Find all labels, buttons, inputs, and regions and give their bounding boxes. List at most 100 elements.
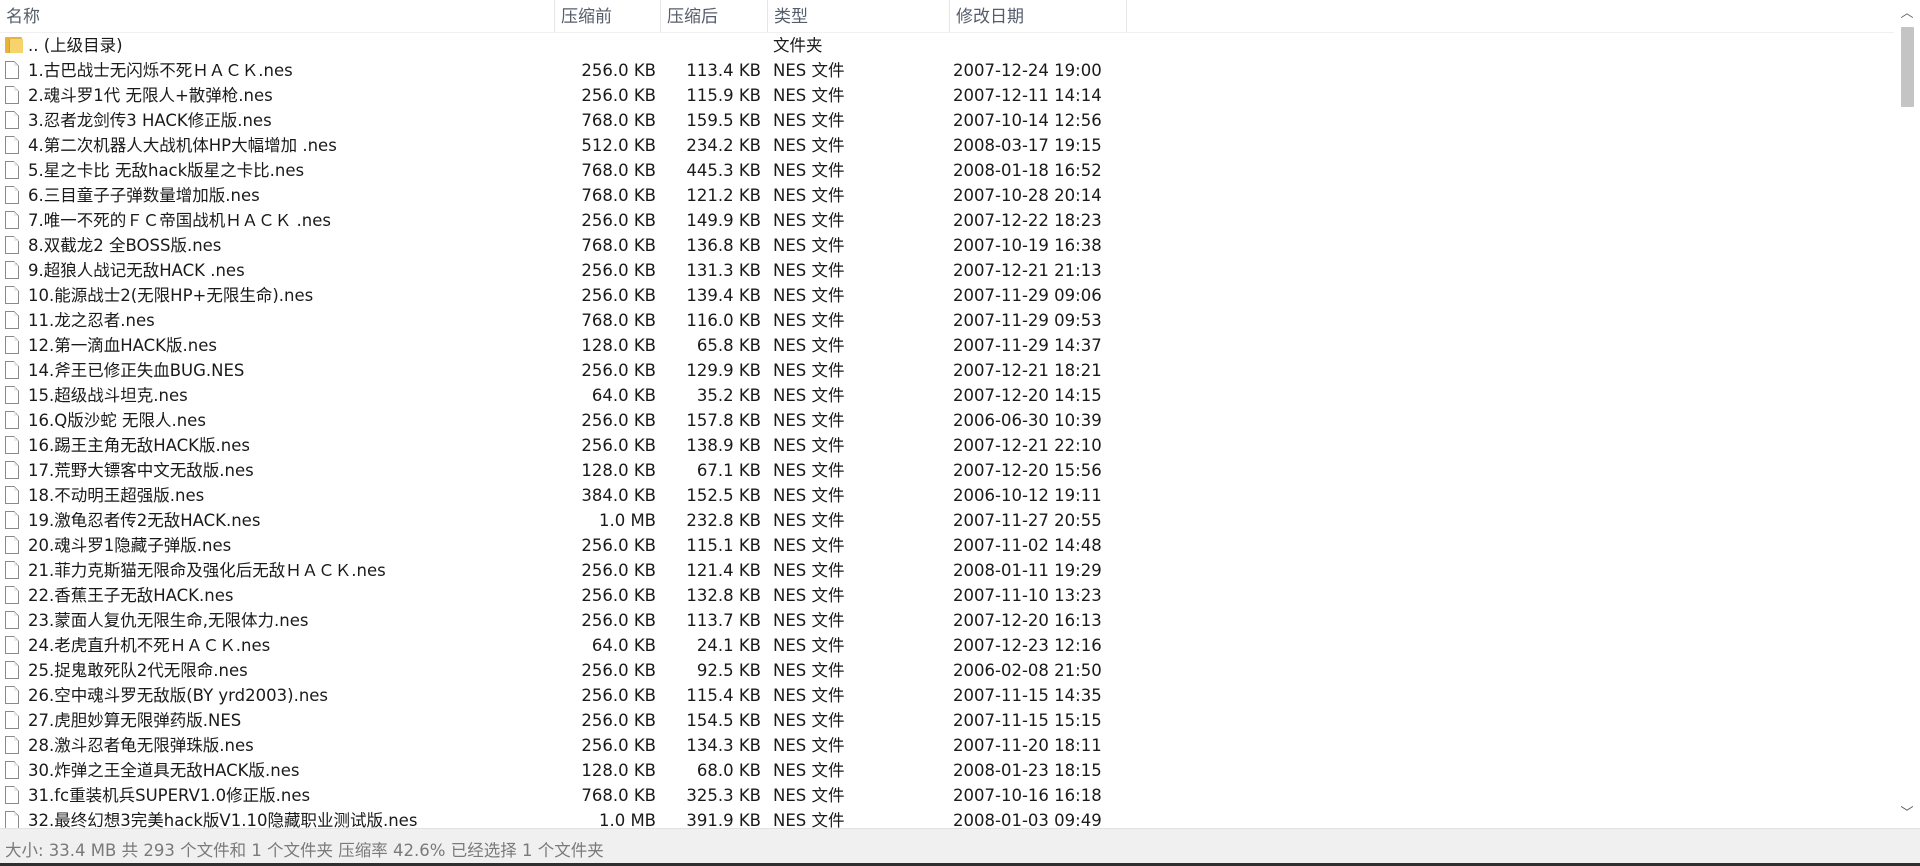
column-header-type[interactable]: 类型 [768,0,950,32]
file-row[interactable]: 31.fc重装机兵SUPERV1.0修正版.nes 768.0 KB 325.3 K… [0,783,1892,808]
file-row[interactable]: 16.踢王主角无敌HACK版.nes 256.0 KB 138.9 KB NES 文件… [0,433,1892,458]
column-header-modified[interactable]: 修改日期 [950,0,1127,32]
scrollbar-thumb[interactable] [1901,27,1914,107]
vertical-scrollbar[interactable]: ︿ ﹀ [1894,0,1920,828]
row-icon-cell [5,308,23,333]
size-after: 159.5 KB [686,111,761,130]
file-row[interactable]: 14.斧王已修正失血BUG.NES 256.0 KB 129.9 KB NES 文件 2… [0,358,1892,383]
file-type: NES 文件 [773,736,845,755]
file-row[interactable]: 15.超级战斗坦克.nes 64.0 KB 35.2 KB NES 文件 2007-12… [0,383,1892,408]
folder-icon [5,37,23,53]
file-row[interactable]: 24.老虎直升机不死ＨＡＣＫ.nes 64.0 KB 24.1 KB NES 文件 20… [0,633,1892,658]
modified-date: 2007-12-20 14:15 [953,386,1102,405]
file-row[interactable]: 16.Q版沙蛇 无限人.nes 256.0 KB 157.8 KB NES 文件 200… [0,408,1892,433]
parent-directory-row[interactable]: .. (上级目录) 文件夹 [0,33,1892,58]
column-header-size-after[interactable]: 压缩后 [661,0,768,32]
row-icon-cell [5,183,23,208]
file-row[interactable]: 5.星之卡比 无敌hack版星之卡比.nes 768.0 KB 445.3 KB NE… [0,158,1892,183]
file-row[interactable]: 12.第一滴血HACK版.nes 128.0 KB 65.8 KB NES 文件 200… [0,333,1892,358]
file-row[interactable]: 2.魂斗罗1代 无限人+散弹枪.nes 256.0 KB 115.9 KB NES 文… [0,83,1892,108]
file-type: NES 文件 [773,686,845,705]
file-row[interactable]: 3.忍者龙剑传3 HACK修正版.nes 768.0 KB 159.5 KB NES … [0,108,1892,133]
file-row[interactable]: 9.超狼人战记无敌HACK .nes 256.0 KB 131.3 KB NES 文件… [0,258,1892,283]
size-after: 68.0 KB [696,761,761,780]
row-icon-cell [5,733,23,758]
file-row[interactable]: 19.激龟忍者传2无敌HACK.nes 1.0 MB 232.8 KB NES 文件 2… [0,508,1892,533]
file-row[interactable]: 25.捉鬼敢死队2代无限命.nes 256.0 KB 92.5 KB NES 文件 20… [0,658,1892,683]
file-type: NES 文件 [773,111,845,130]
file-icon [5,811,19,828]
file-row[interactable]: 4.第二次机器人大战机体HP大幅增加 .nes 512.0 KB 234.2 KB N… [0,133,1892,158]
modified-date: 2006-10-12 19:11 [953,486,1102,505]
size-after: 149.9 KB [686,211,761,230]
size-before: 1.0 MB [598,811,656,828]
file-row[interactable]: 21.菲力克斯猫无限命及强化后无敌ＨＡＣＫ.nes 256.0 KB 121.4 K… [0,558,1892,583]
file-row[interactable]: 22.香蕉王子无敌HACK.nes 256.0 KB 132.8 KB NES 文件 2… [0,583,1892,608]
size-before: 256.0 KB [581,661,656,680]
size-before: 128.0 KB [581,461,656,480]
row-icon-cell [5,58,23,83]
modified-date: 2007-12-22 18:23 [953,211,1102,230]
file-row[interactable]: 28.激斗忍者龟无限弹珠版.nes 256.0 KB 134.3 KB NES 文件 2… [0,733,1892,758]
scroll-up-arrow-icon[interactable]: ︿ [1894,4,1920,24]
file-icon [5,86,19,104]
size-after: 134.3 KB [686,736,761,755]
file-icon [5,311,19,329]
modified-date [953,33,1123,58]
file-row[interactable]: 18.不动明王超强版.nes 384.0 KB 152.5 KB NES 文件 2006… [0,483,1892,508]
size-before: 256.0 KB [581,286,656,305]
file-icon [5,636,19,654]
row-icon-cell [5,558,23,583]
size-before: 768.0 KB [581,786,656,805]
size-after: 139.4 KB [686,286,761,305]
modified-date: 2008-01-03 09:49 [953,811,1102,828]
file-name: 14.斧王已修正失血BUG.NES [28,361,245,380]
modified-date: 2007-10-16 16:18 [953,786,1102,805]
size-before: 384.0 KB [581,486,656,505]
file-row[interactable]: 32.最终幻想3完美hack版V1.10隐藏职业测试版.nes 1.0 MB 391… [0,808,1892,828]
file-row[interactable]: 17.荒野大镖客中文无敌版.nes 128.0 KB 67.1 KB NES 文件 20… [0,458,1892,483]
file-icon [5,461,19,479]
file-type: NES 文件 [773,611,845,630]
file-type: NES 文件 [773,411,845,430]
column-header-name[interactable]: 名称 [0,0,555,32]
row-icon-cell [5,83,23,108]
file-row[interactable]: 8.双截龙2 全BOSS版.nes 768.0 KB 136.8 KB NES 文件 2… [0,233,1892,258]
column-header-bar: 名称 压缩前 压缩后 类型 修改日期 [0,0,1920,33]
size-before: 256.0 KB [581,561,656,580]
file-row[interactable]: 11.龙之忍者.nes 768.0 KB 116.0 KB NES 文件 2007-11… [0,308,1892,333]
file-row[interactable]: 1.古巴战士无闪烁不死ＨＡＣＫ.nes 256.0 KB 113.4 KB NES 文… [0,58,1892,83]
file-row[interactable]: 30.炸弹之王全道具无敌HACK版.nes 128.0 KB 68.0 KB NES … [0,758,1892,783]
file-name: 20.魂斗罗1隐藏子弹版.nes [28,536,232,555]
file-row[interactable]: 23.蒙面人复仇无限生命,无限体力.nes 256.0 KB 113.7 KB NES… [0,608,1892,633]
file-row[interactable]: 26.空中魂斗罗无敌版(BY yrd2003).nes 256.0 KB 115.4… [0,683,1892,708]
size-before: 256.0 KB [581,411,656,430]
status-bar: 大小: 33.4 MB 共 293 个文件和 1 个文件夹 压缩率 42.6% … [0,828,1920,866]
size-after: 115.4 KB [686,686,761,705]
file-type: NES 文件 [773,786,845,805]
file-row[interactable]: 7.唯一不死的ＦＣ帝国战机ＨＡＣＫ .nes 256.0 KB 149.9 KB NE… [0,208,1892,233]
file-row[interactable]: 27.虎胆妙算无限弹药版.NES 256.0 KB 154.5 KB NES 文件 20… [0,708,1892,733]
file-row[interactable]: 20.魂斗罗1隐藏子弹版.nes 256.0 KB 115.1 KB NES 文件 20… [0,533,1892,558]
file-icon [5,711,19,729]
modified-date: 2007-12-23 12:16 [953,636,1102,655]
row-icon-cell [5,583,23,608]
file-icon [5,161,19,179]
file-icon [5,611,19,629]
file-row[interactable]: 10.能源战士2(无限HP+无限生命).nes 256.0 KB 139.4 KB N… [0,283,1892,308]
size-after: 24.1 KB [696,636,761,655]
modified-date: 2007-12-21 18:21 [953,361,1102,380]
size-before: 768.0 KB [581,161,656,180]
column-header-size-before[interactable]: 压缩前 [555,0,661,32]
file-name: 16.Q版沙蛇 无限人.nes [28,411,206,430]
file-type: NES 文件 [773,186,845,205]
file-name: 4.第二次机器人大战机体HP大幅增加 .nes [28,136,337,155]
scroll-down-arrow-icon[interactable]: ﹀ [1894,804,1920,824]
row-icon-cell [5,633,23,658]
file-row[interactable]: 6.三目童子子弹数量增加版.nes 768.0 KB 121.2 KB NES 文件 2… [0,183,1892,208]
file-name: 32.最终幻想3完美hack版V1.10隐藏职业测试版.nes [28,811,418,828]
modified-date: 2007-12-21 21:13 [953,261,1102,280]
size-before: 768.0 KB [581,186,656,205]
modified-date: 2007-10-28 20:14 [953,186,1102,205]
file-name: 27.虎胆妙算无限弹药版.NES [28,711,242,730]
